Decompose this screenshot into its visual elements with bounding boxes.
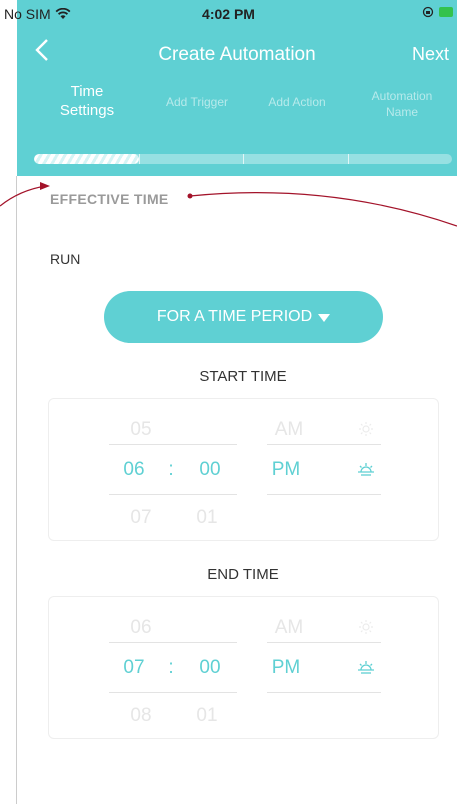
divider xyxy=(109,642,237,643)
step-progress-bar xyxy=(34,154,452,164)
sun-icon xyxy=(359,620,373,634)
end-ampm-prev: AM xyxy=(274,617,304,638)
divider xyxy=(267,692,381,693)
sun-icon xyxy=(359,422,373,436)
step-label-line1: Time xyxy=(70,83,104,100)
end-minute-next: 01 xyxy=(196,705,218,726)
progress-separator xyxy=(243,154,244,164)
end-time-label: END TIME xyxy=(207,566,279,583)
start-hour-selected[interactable]: 06 xyxy=(111,459,157,481)
end-hour-prev: 06 xyxy=(130,617,152,638)
end-ampm-selected[interactable]: PM xyxy=(263,657,309,679)
start-hour-next: 07 xyxy=(130,507,152,528)
time-separator: : xyxy=(168,459,174,480)
time-period-dropdown[interactable]: FOR A TIME PERIOD xyxy=(104,291,383,343)
start-minute-selected[interactable]: 00 xyxy=(187,459,233,481)
step-tabs: Time Settings Add Trigger Add Action Aut… xyxy=(17,82,457,132)
content-border xyxy=(16,176,17,804)
step-add-trigger[interactable]: Add Trigger xyxy=(147,94,247,110)
end-hour-next: 08 xyxy=(130,705,152,726)
time-separator: : xyxy=(168,657,174,678)
step-label-line1: Automation xyxy=(371,89,433,103)
sunset-icon xyxy=(358,463,374,476)
progress-separator xyxy=(347,154,349,164)
status-right xyxy=(422,6,453,18)
start-minute-next: 01 xyxy=(196,507,218,528)
divider xyxy=(109,494,237,495)
caret-down-icon xyxy=(318,314,331,322)
section-title: EFFECTIVE TIME xyxy=(50,191,169,207)
run-label: RUN xyxy=(50,251,81,267)
page-title: Create Automation xyxy=(158,44,316,65)
time-period-label: FOR A TIME PERIOD xyxy=(156,308,313,325)
battery-icon xyxy=(439,7,453,17)
end-minute-selected[interactable]: 00 xyxy=(187,657,233,679)
divider xyxy=(109,444,237,445)
divider xyxy=(109,692,237,693)
end-hour-selected[interactable]: 07 xyxy=(111,657,157,679)
status-time: 4:02 PM xyxy=(202,6,255,22)
start-ampm-selected[interactable]: PM xyxy=(263,459,309,481)
step-label-line2: Name xyxy=(385,105,418,119)
step-label-line2: Settings xyxy=(59,102,115,119)
sunset-icon xyxy=(358,661,374,674)
status-bar: No SIM 4:02 PM xyxy=(0,0,457,28)
start-time-picker[interactable]: 05 AM 06 : 00 PM 07 01 xyxy=(48,398,439,541)
progress-fill xyxy=(34,154,139,164)
end-time-picker[interactable]: 06 AM 07 : 00 PM 08 01 xyxy=(48,596,439,739)
step-time-settings[interactable]: Time Settings xyxy=(37,82,137,120)
nav-bar: Create Automation Next xyxy=(17,32,457,76)
start-time-label: START TIME xyxy=(199,368,287,385)
divider xyxy=(267,642,381,643)
start-ampm-prev: AM xyxy=(274,419,304,440)
step-label-line1: Add Action xyxy=(268,95,326,109)
start-hour-prev: 05 xyxy=(130,419,152,440)
next-button[interactable]: Next xyxy=(412,44,449,65)
orientation-lock-icon xyxy=(422,6,434,18)
step-add-action[interactable]: Add Action xyxy=(247,94,347,110)
step-label-line1: Add Trigger xyxy=(165,95,229,109)
progress-separator xyxy=(138,154,140,164)
divider xyxy=(267,494,381,495)
divider xyxy=(267,444,381,445)
step-automation-name[interactable]: Automation Name xyxy=(347,88,457,120)
